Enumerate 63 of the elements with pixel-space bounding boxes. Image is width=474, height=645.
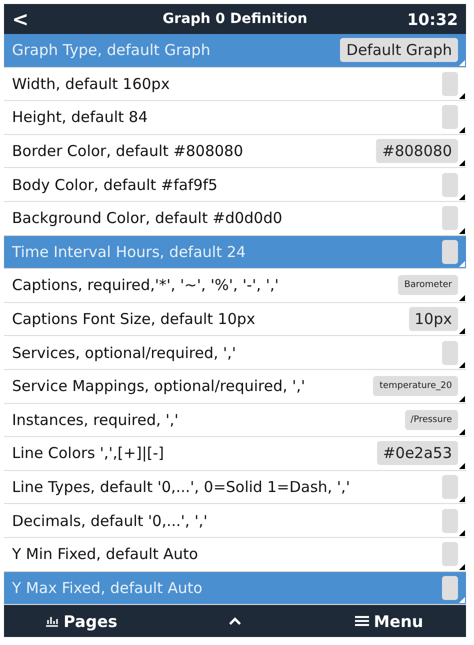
corner-triangle-icon (459, 126, 465, 133)
setting-label: Border Color, default #808080 (12, 142, 244, 160)
pages-button[interactable]: Pages (4, 612, 158, 631)
setting-label: Y Min Fixed, default Auto (12, 545, 198, 564)
setting-label: Background Color, default #d0d0d0 (12, 209, 282, 228)
setting-label: Width, default 160px (12, 74, 170, 93)
value-field[interactable] (442, 475, 458, 500)
setting-label: Line Colors ',',[+]|[-] (12, 444, 164, 462)
corner-triangle-icon (459, 362, 465, 368)
corner-triangle-icon (459, 228, 465, 234)
corner-triangle-icon (459, 160, 465, 166)
back-button[interactable]: < (12, 7, 72, 31)
corner-triangle-icon (459, 530, 465, 536)
corner-triangle-icon (459, 429, 465, 436)
setting-label: Y Max Fixed, default Auto (12, 578, 202, 597)
value-field[interactable] (442, 206, 458, 230)
settings-row[interactable]: Width, default 160px (4, 68, 466, 102)
settings-row[interactable]: Instances, required, ',' /Pressure (4, 404, 466, 438)
setting-label: Graph Type, default Graph (12, 41, 210, 60)
page-title: Graph 0 Definition (162, 11, 308, 27)
value-field[interactable]: Default Graph (340, 38, 458, 62)
corner-triangle-icon (459, 60, 465, 66)
value-field[interactable] (442, 576, 458, 600)
menu-button[interactable]: Menu (312, 612, 466, 631)
corner-triangle-icon (459, 194, 465, 200)
clock-time: 10:32 (406, 10, 458, 28)
value-field[interactable] (442, 240, 458, 264)
bar-chart-icon (44, 615, 59, 628)
setting-label: Decimals, default '0,...', ',' (12, 512, 208, 530)
setting-label: Instances, required, ',' (12, 410, 179, 429)
setting-label: Height, default 84 (12, 108, 148, 126)
corner-triangle-icon (459, 564, 465, 570)
setting-label: Service Mappings, optional/required, ',' (12, 377, 306, 396)
corner-triangle-icon (459, 294, 465, 301)
corner-triangle-icon (459, 396, 465, 402)
corner-triangle-icon (459, 462, 465, 469)
value-field[interactable] (442, 508, 458, 533)
value-field[interactable] (442, 105, 458, 130)
value-field[interactable]: /Pressure (404, 410, 458, 430)
setting-label: Time Interval Hours, default 24 (12, 242, 246, 261)
setting-label: Line Types, default '0,...', 0=Solid 1=Dash, ',' (12, 478, 350, 496)
value-field[interactable]: #808080 (376, 139, 458, 164)
setting-label: Captions Font Size, default 10px (12, 310, 256, 328)
setting-label: Body Color, default #faf9f5 (12, 176, 218, 194)
corner-triangle-icon (459, 261, 465, 268)
value-field[interactable] (442, 72, 458, 96)
settings-row[interactable]: Line Types, default '0,...', 0=Solid 1=Dash, ',' (4, 470, 466, 504)
value-field[interactable]: Barometer (398, 275, 458, 296)
corner-triangle-icon (459, 597, 465, 604)
settings-row[interactable]: Graph Type, default Graph Default Graph (4, 34, 466, 68)
value-field[interactable] (442, 542, 458, 566)
value-field[interactable]: #0e2a53 (376, 441, 458, 466)
corner-triangle-icon (459, 328, 465, 334)
corner-triangle-icon (459, 496, 465, 502)
corner-triangle-icon (459, 93, 465, 100)
menu-icon (354, 615, 369, 628)
caret-up-icon[interactable] (228, 616, 242, 626)
setting-label: Services, optional/required, ',' (12, 344, 236, 362)
value-field[interactable]: 10px (408, 307, 458, 332)
setting-label: Captions, required,'*', '~', '%', '-', ',' (12, 276, 279, 294)
value-field[interactable] (442, 172, 458, 197)
value-field[interactable]: temperature_20 (373, 376, 458, 396)
value-field[interactable] (442, 340, 458, 365)
